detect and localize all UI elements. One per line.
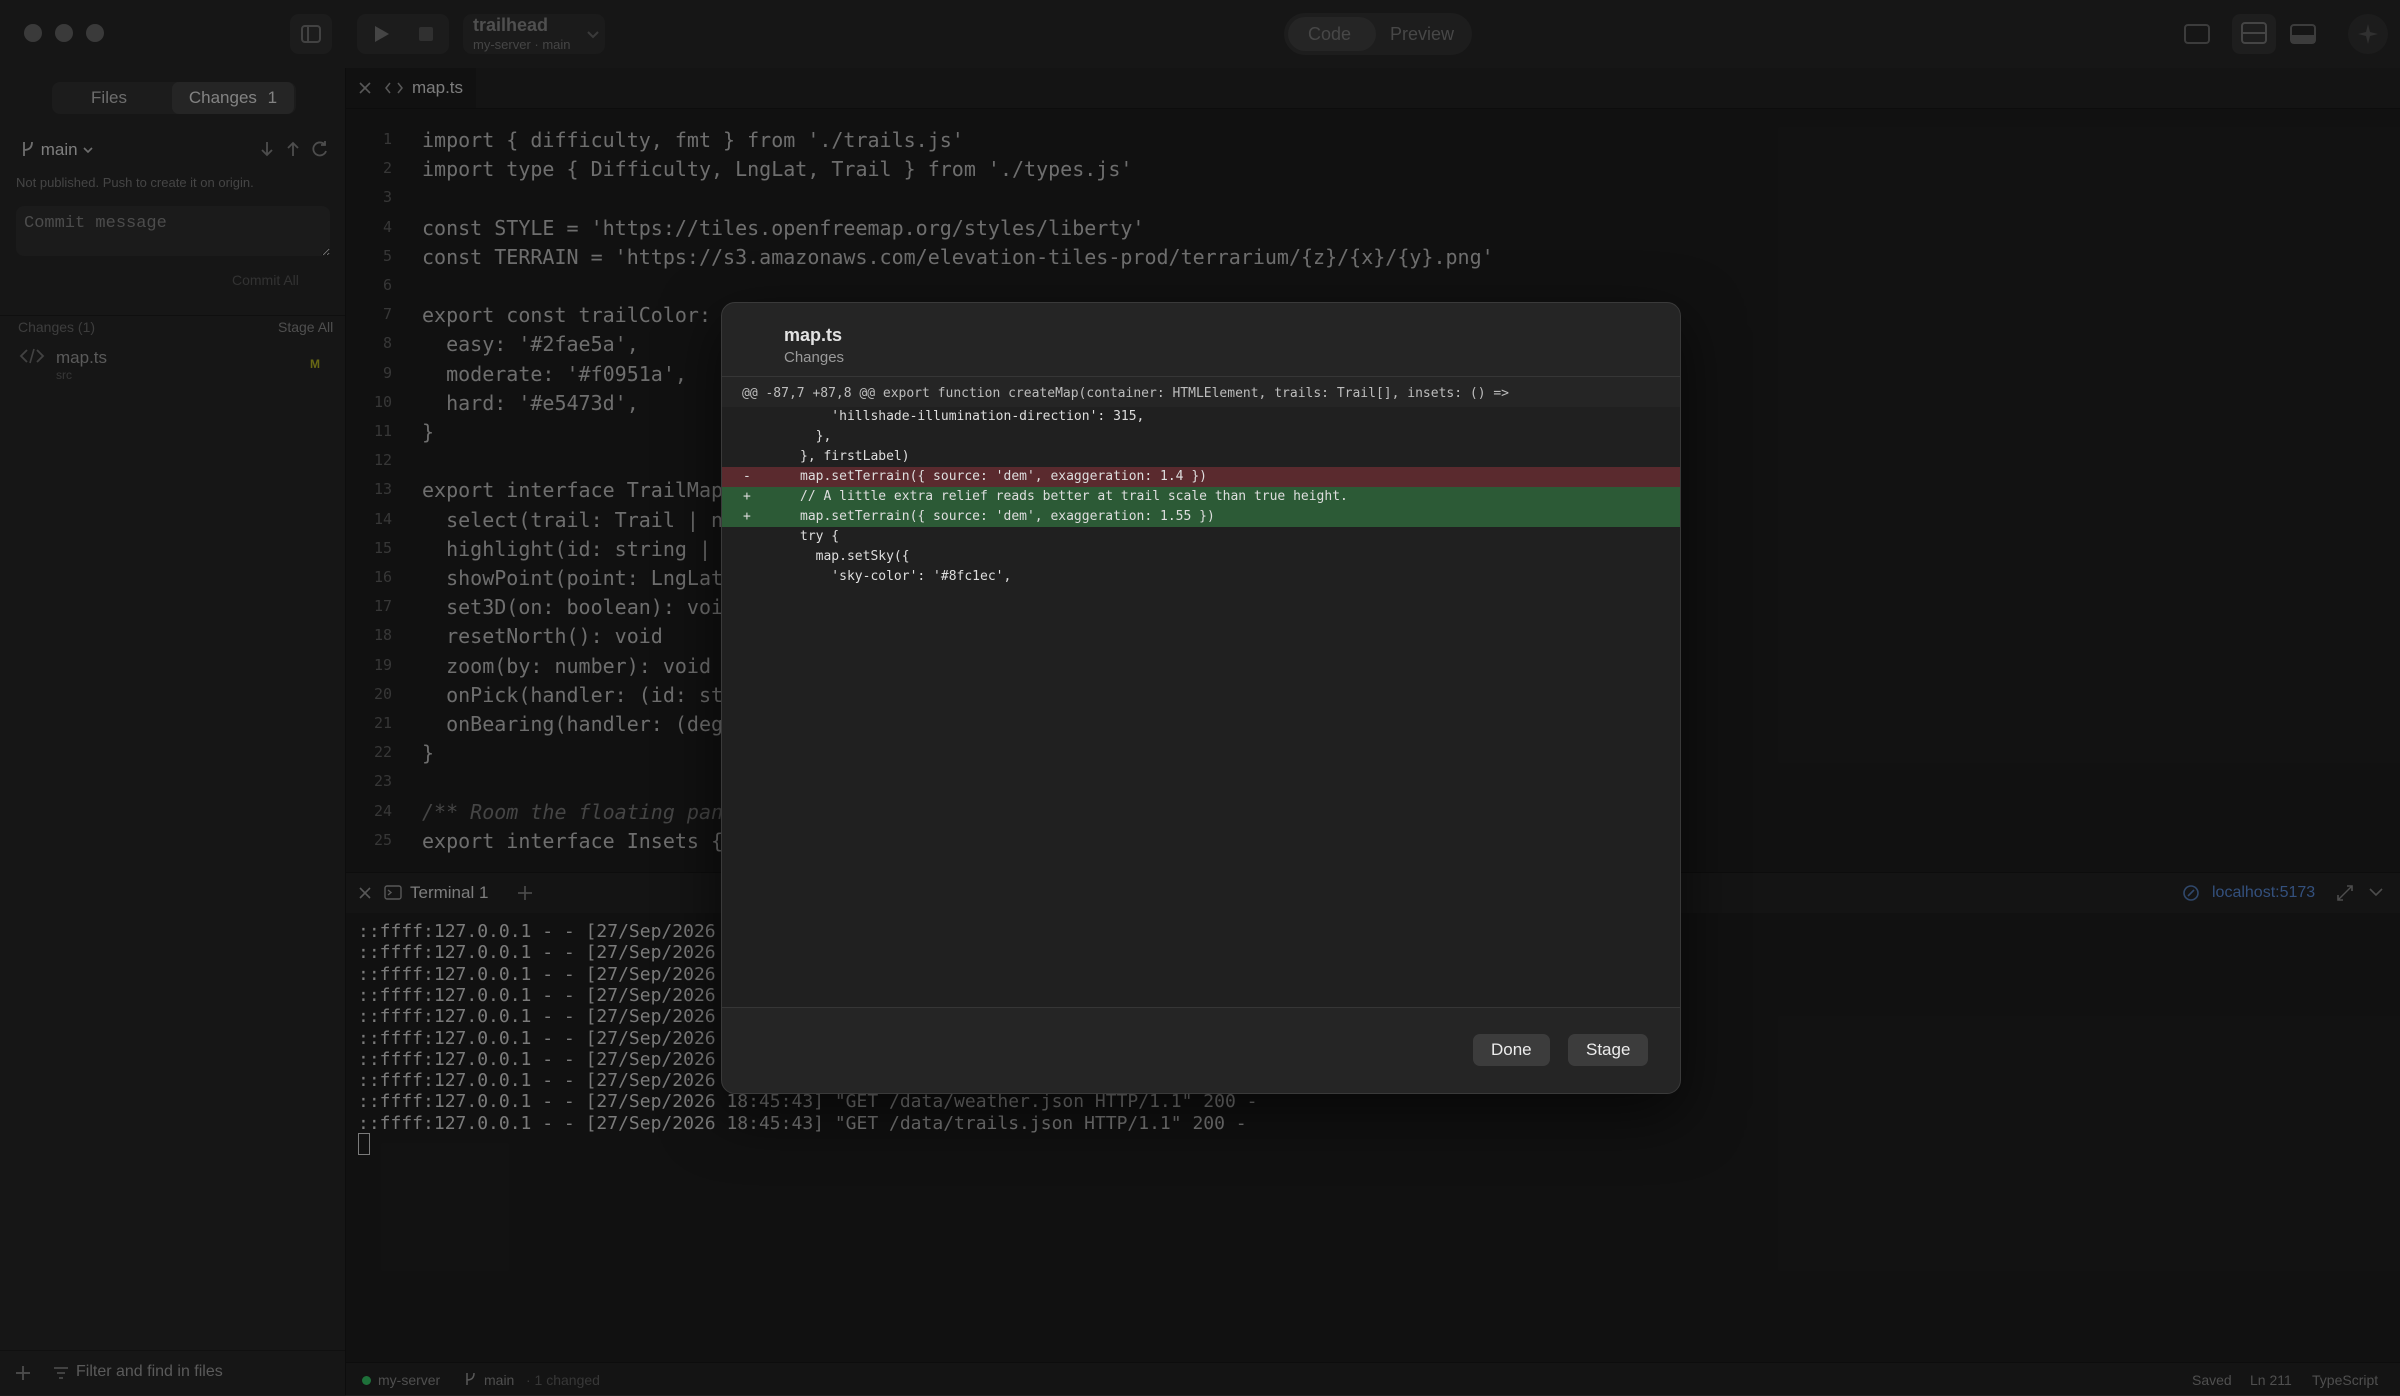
diff-row-context: }, firstLabel)	[722, 447, 1680, 467]
diff-row-deleted: - map.setTerrain({ source: 'dem', exagger…	[722, 467, 1680, 487]
diff-dialog: map.ts Changes @@ -87,7 +87,8 @@ export …	[721, 302, 1681, 1094]
diff-row-context: 'sky-color': '#8fc1ec',	[722, 567, 1680, 587]
diff-view[interactable]: 'hillshade-illumination-direction': 315,…	[722, 407, 1680, 1007]
diff-row-context: map.setSky({	[722, 547, 1680, 567]
dialog-title: map.ts	[784, 325, 843, 345]
diff-line-text: try {	[800, 529, 840, 544]
divider	[722, 1007, 1680, 1008]
diff-row-context: },	[722, 427, 1680, 447]
dialog-subtitle: Changes	[784, 349, 845, 366]
diff-line-text: // A little extra relief reads better at…	[800, 489, 1348, 504]
diff-line-text: },	[800, 429, 832, 444]
diff-line-text: map.setTerrain({ source: 'dem', exaggera…	[800, 469, 1207, 484]
diff-row-context: try {	[722, 527, 1680, 547]
diff-row-context: 'hillshade-illumination-direction': 315,	[722, 407, 1680, 427]
stage-button[interactable]: Stage	[1568, 1034, 1649, 1066]
diff-line-text: map.setSky({	[800, 549, 910, 564]
done-button[interactable]: Done	[1473, 1034, 1550, 1066]
diff-line-text: 'hillshade-illumination-direction': 315,	[800, 409, 1145, 424]
hunk-header: @@ -87,7 +87,8 @@ export function create…	[742, 386, 1510, 401]
diff-marker: -	[743, 469, 751, 484]
diff-marker: +	[743, 509, 751, 524]
diff-line-text: }, firstLabel)	[800, 449, 910, 464]
diff-row-added: + map.setTerrain({ source: 'dem', exagger…	[722, 507, 1680, 527]
diff-row-added: + // A little extra relief reads better a…	[722, 487, 1680, 507]
divider	[722, 376, 1680, 377]
diff-line-text: 'sky-color': '#8fc1ec',	[800, 569, 1012, 584]
diff-line-text: map.setTerrain({ source: 'dem', exaggera…	[800, 509, 1215, 524]
diff-marker: +	[743, 489, 751, 504]
